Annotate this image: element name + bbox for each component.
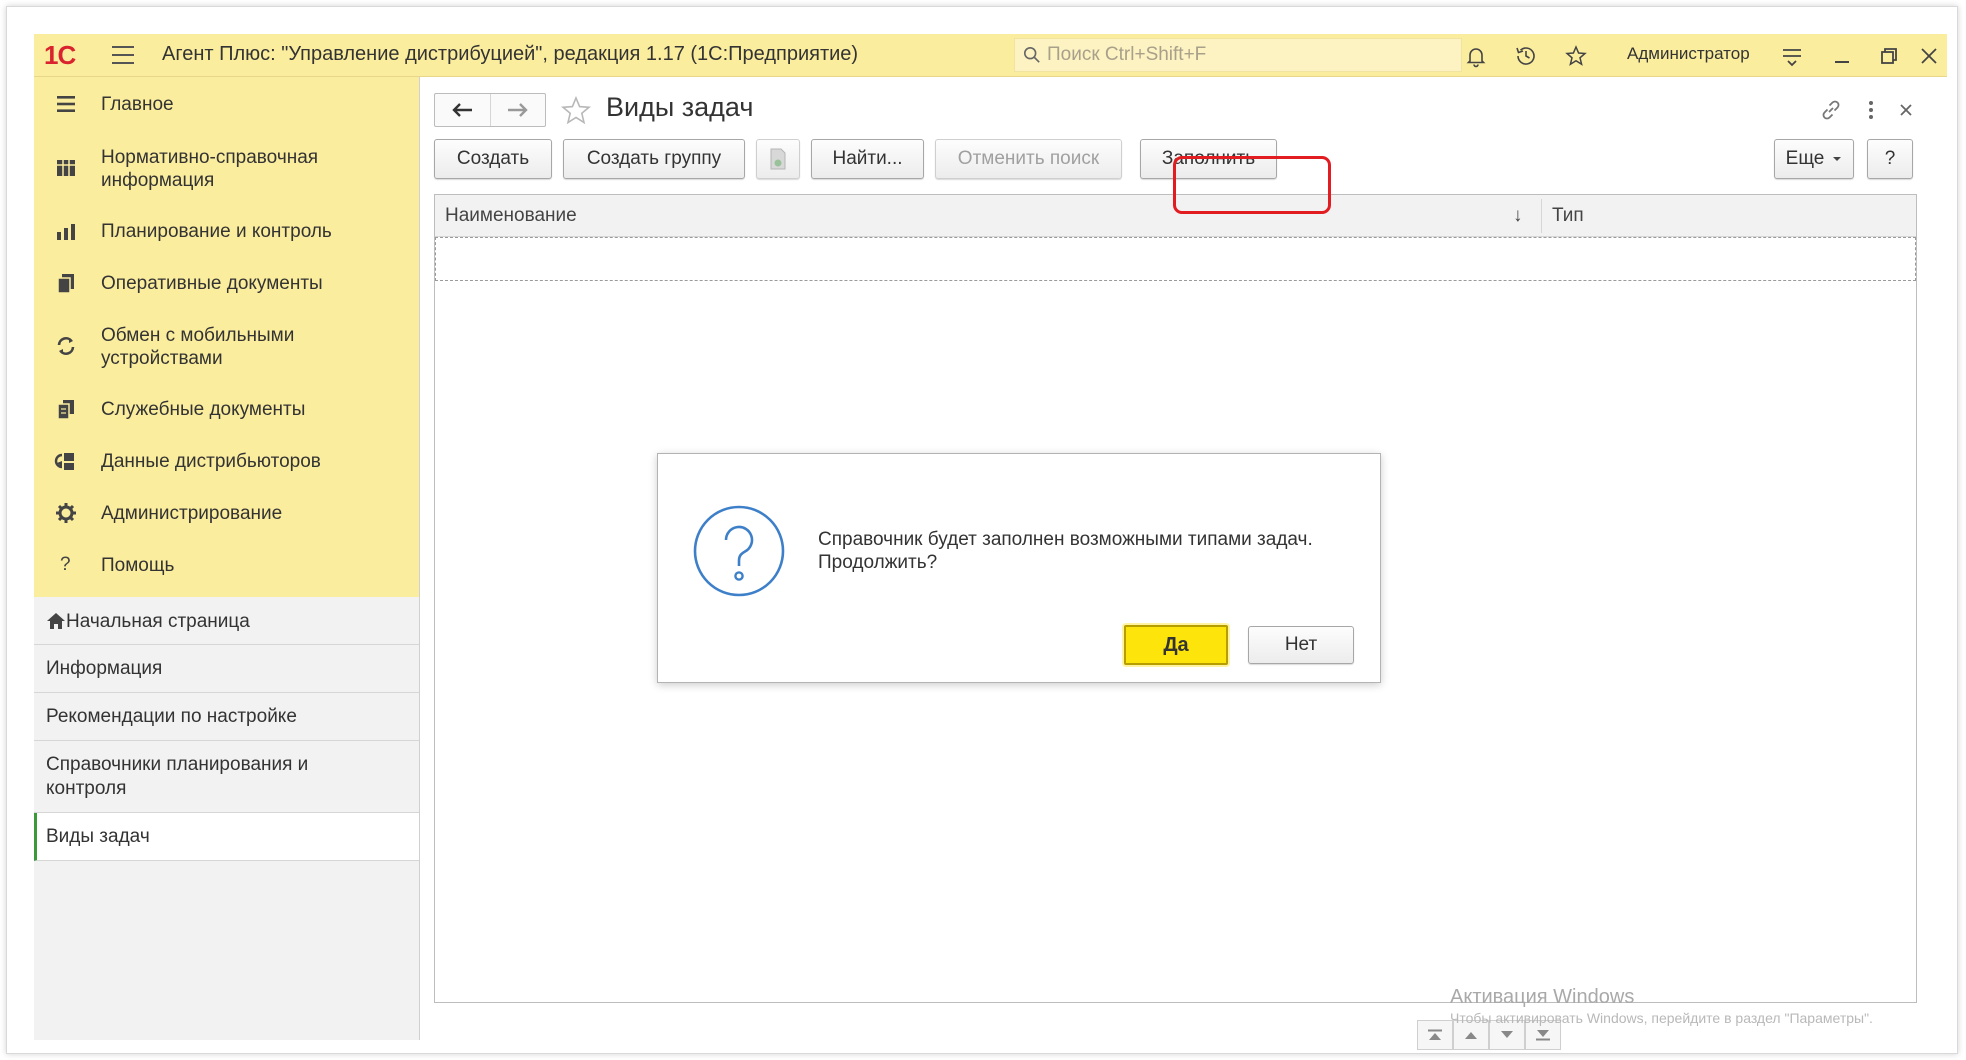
sync-icon <box>57 337 75 355</box>
forward-button[interactable] <box>489 94 545 126</box>
bell-icon[interactable] <box>1464 44 1488 68</box>
section-menu: Главное Нормативно-справочная информация… <box>34 77 419 597</box>
menu-item-label: Обмен с мобильными устройствами <box>101 325 295 369</box>
nav-item-label: Информация <box>46 658 163 679</box>
menu-item-reference[interactable]: Нормативно-справочная информация <box>34 144 419 194</box>
menu-item-administration[interactable]: Администрирование <box>34 500 419 528</box>
menu-item-planning[interactable]: Планирование и контроль <box>34 218 419 246</box>
menu-item-label: Нормативно-справочная информация <box>101 147 319 191</box>
menu-item-mobile-exchange[interactable]: Обмен с мобильными устройствами <box>34 322 419 372</box>
menu-item-distributors[interactable]: Данные дистрибьюторов <box>34 448 419 476</box>
table-row[interactable] <box>435 237 1916 281</box>
copy-document-icon <box>770 148 786 170</box>
star-icon[interactable] <box>1564 44 1588 68</box>
menu-item-label: Администрирование <box>101 503 283 524</box>
column-divider[interactable] <box>1541 199 1542 233</box>
menu-item-label: Оперативные документы <box>101 273 323 294</box>
arrow-right-icon <box>507 103 528 117</box>
minimize-icon[interactable] <box>1830 44 1854 68</box>
documents-icon <box>57 274 74 294</box>
gear-icon <box>56 503 76 523</box>
form-close-icon[interactable] <box>1893 97 1919 123</box>
fill-button-highlight <box>1173 156 1331 214</box>
nav-item-label: Виды задач <box>46 826 150 847</box>
scroll-top-button[interactable] <box>1417 1020 1453 1050</box>
sort-arrow-icon[interactable]: ↓ <box>1513 205 1523 227</box>
service-documents-icon <box>57 400 74 420</box>
history-nav <box>434 93 546 127</box>
more-button[interactable]: Еще <box>1774 139 1854 179</box>
create-button[interactable]: Создать <box>434 139 552 179</box>
nav-item-label: Рекомендации по настройке <box>46 706 297 727</box>
sidebar: Главное Нормативно-справочная информация… <box>34 77 420 1040</box>
yes-button[interactable]: Да <box>1124 625 1228 665</box>
nav-item-label: Начальная страница <box>66 611 250 632</box>
form-title: Виды задач <box>606 92 754 122</box>
more-button-label: Еще <box>1785 148 1825 169</box>
home-icon <box>47 613 65 629</box>
menu-item-service-docs[interactable]: Служебные документы <box>34 396 419 424</box>
copy-button[interactable] <box>756 139 800 179</box>
nav-item-home[interactable]: Начальная страница <box>34 597 419 645</box>
menu-item-label: Данные дистрибьюторов <box>101 451 321 472</box>
nav-item-planning-references[interactable]: Справочники планирования и контроля <box>34 741 419 813</box>
search-box[interactable] <box>1014 38 1462 72</box>
favorite-star-icon[interactable] <box>560 95 592 127</box>
menu-item-label: Главное <box>101 94 174 115</box>
restore-icon[interactable] <box>1877 44 1901 68</box>
nav-item-information[interactable]: Информация <box>34 645 419 693</box>
double-up-icon <box>1428 1029 1442 1040</box>
menu-item-help[interactable]: ? Помощь <box>34 552 419 580</box>
user-name[interactable]: Администратор <box>1627 44 1750 64</box>
application: 1С Агент Плюс: "Управление дистрибуцией"… <box>34 34 1947 1050</box>
up-icon <box>1465 1032 1477 1039</box>
question-circle-icon <box>693 505 785 597</box>
back-button[interactable] <box>435 94 490 126</box>
chevron-down-icon <box>1833 157 1842 161</box>
title-bar: 1С Агент Плюс: "Управление дистрибуцией"… <box>34 34 1947 77</box>
more-vertical-icon[interactable] <box>1858 97 1884 123</box>
nav-item-label: Справочники планирования и контроля <box>46 754 309 799</box>
distributor-icon <box>54 453 74 470</box>
nav-item-task-types[interactable]: Виды задач <box>34 813 419 861</box>
arrow-left-icon <box>452 103 473 117</box>
dialog-message: Справочник будет заполнен возможными тип… <box>818 529 1313 573</box>
create-group-button[interactable]: Создать группу <box>563 139 745 179</box>
column-header-type[interactable]: Тип <box>1552 205 1584 227</box>
settings-lines-icon[interactable] <box>1780 44 1804 68</box>
menu-item-main[interactable]: Главное <box>34 91 419 119</box>
double-down-icon <box>1536 1030 1550 1041</box>
windows-activation-title: Активация Windows <box>1450 986 1635 1008</box>
history-icon[interactable] <box>1514 44 1538 68</box>
no-button[interactable]: Нет <box>1248 626 1354 664</box>
list-icon <box>57 96 75 112</box>
search-icon <box>1023 46 1040 63</box>
link-icon[interactable] <box>1818 97 1844 123</box>
menu-item-label: Помощь <box>101 555 175 576</box>
search-input[interactable] <box>1047 43 1447 67</box>
grid-icon <box>57 160 75 176</box>
windows-activation-subtitle: Чтобы активировать Windows, перейдите в … <box>1450 1010 1873 1026</box>
logo-1c: 1С <box>44 40 76 70</box>
confirm-dialog: Справочник будет заполнен возможными тип… <box>657 453 1381 683</box>
down-icon <box>1501 1031 1513 1038</box>
column-header-name[interactable]: Наименование <box>445 205 577 227</box>
cancel-search-button[interactable]: Отменить поиск <box>935 139 1122 179</box>
bar-chart-icon <box>57 224 75 240</box>
hamburger-icon[interactable] <box>112 46 134 64</box>
nav-item-recommendations[interactable]: Рекомендации по настройке <box>34 693 419 741</box>
menu-item-operational-docs[interactable]: Оперативные документы <box>34 270 419 298</box>
app-title: Агент Плюс: "Управление дистрибуцией", р… <box>162 43 859 65</box>
window-frame: 1С Агент Плюс: "Управление дистрибуцией"… <box>6 6 1958 1054</box>
close-icon[interactable] <box>1917 44 1941 68</box>
help-button[interactable]: ? <box>1867 139 1913 179</box>
question-icon: ? <box>60 554 71 575</box>
menu-item-label: Планирование и контроль <box>101 221 332 242</box>
find-button[interactable]: Найти... <box>811 139 924 179</box>
menu-item-label: Служебные документы <box>101 399 306 420</box>
